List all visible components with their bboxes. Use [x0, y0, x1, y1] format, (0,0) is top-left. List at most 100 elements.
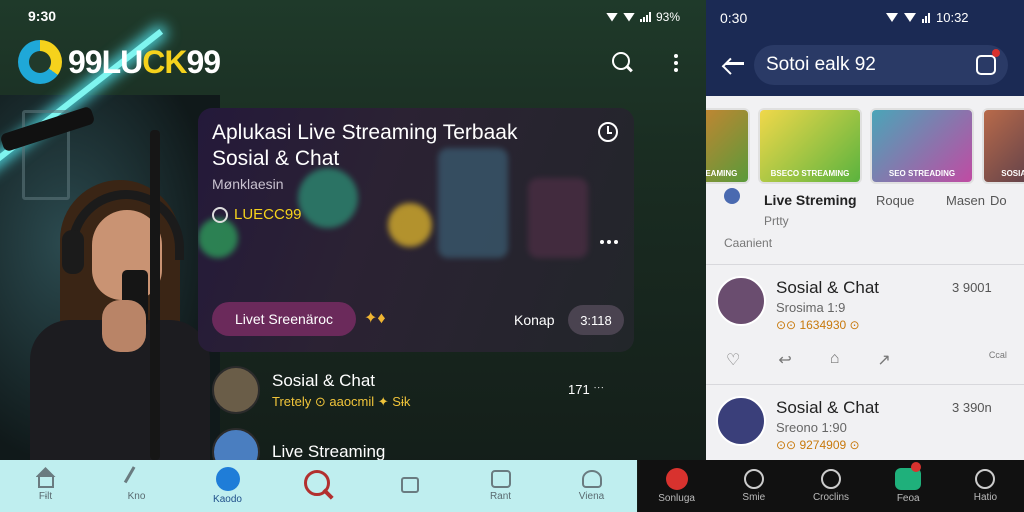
stream-thumbnail[interactable]: BSECO STREAMING: [706, 108, 750, 184]
avatar: [716, 276, 766, 326]
divider: [706, 264, 1024, 265]
search-input[interactable]: Sotoi ealk 92: [754, 45, 1008, 85]
bottom-nav-right: Sonluga Smie Croclins Feoa Hatio: [638, 460, 1024, 512]
brand-icon: [212, 206, 228, 223]
top-bar-actions: [612, 52, 678, 74]
live-icon: [665, 468, 688, 490]
search-icon[interactable]: [612, 52, 634, 74]
left-phone-screen: 9:30 93% 99LUCK99 Aplukasi Live Streamin…: [0, 0, 706, 512]
wifi-icon: [606, 12, 618, 22]
avatar: [212, 366, 260, 414]
featured-subtitle: Mønklaesin: [212, 176, 284, 192]
thumb-label-second: Roque: [876, 193, 915, 208]
wifi-icon: [886, 13, 898, 22]
stream-thumbnail[interactable]: SEO STREADING: [870, 108, 974, 184]
nav-item-kaodo[interactable]: Kaodo: [182, 460, 273, 512]
list-item-title: Live Streaming: [272, 442, 386, 461]
share-icon[interactable]: ↗: [877, 350, 890, 370]
stream-thumbnail[interactable]: BSECO STREAMING: [758, 108, 862, 184]
signal-icon: [640, 12, 651, 22]
nav-item-live[interactable]: Sonluga: [638, 460, 715, 512]
like-icon[interactable]: ♡: [726, 350, 740, 370]
featured-card[interactable]: Aplukasi Live Streaming Terbaak Sosial &…: [198, 108, 634, 352]
stream-thumbnail[interactable]: SOSIAL RCOHAT: [982, 108, 1024, 184]
profile-icon: [975, 469, 996, 489]
explore-icon: [821, 469, 841, 489]
avatar: [716, 396, 766, 446]
back-arrow-icon[interactable]: [724, 54, 744, 72]
nav-item-search[interactable]: Smie: [715, 460, 792, 512]
feed-sub: Prtty: [764, 214, 789, 228]
search-icon: [303, 469, 334, 500]
feed-actions: ♡ ↩ ⌂ ↗ Ccal: [726, 350, 1007, 370]
channel-avatar: [724, 188, 740, 204]
profile-icon: [581, 470, 602, 488]
divider: [706, 384, 1024, 385]
status-icons: 10:32: [886, 10, 969, 25]
nav-item-explore[interactable]: Croclins: [792, 460, 869, 512]
status-clock: 10:32: [936, 10, 969, 25]
alarm-icon: [904, 13, 916, 22]
fire-emoji-icon: ✦♦: [364, 310, 386, 327]
status-time: 9:30: [28, 8, 57, 24]
stream-thumbnails: BSECO STREAMING BSECO STREAMING SEO STRE…: [706, 108, 1024, 184]
people-icon: [215, 467, 240, 491]
list-item-meta: Tretely ⊙ aaocmil ✦ Sɨk: [272, 393, 411, 409]
clock-icon: [598, 122, 618, 142]
feed-item-title: Sosial & Chat: [776, 278, 879, 297]
nav-item-kno[interactable]: Kno: [91, 460, 182, 512]
app-logo[interactable]: 99LUCK99: [18, 40, 221, 84]
feed-item-sub: Sreono 1:90: [776, 420, 847, 435]
status-icons: 93%: [606, 10, 680, 24]
signal-icon: [922, 12, 930, 23]
logo-icon: [18, 40, 62, 84]
reply-icon[interactable]: ↩: [778, 350, 791, 370]
wifi-icon-2: [623, 12, 635, 22]
feed-item-meta: ⊙⊙ 1634930 ⊙: [776, 318, 860, 332]
live-streaming-button[interactable]: Livet Sreenäroc: [212, 302, 356, 336]
nav-item-profile[interactable]: Hatio: [947, 460, 1024, 512]
status-time: 0:30: [720, 10, 748, 26]
feed-meta: Caanient: [724, 236, 773, 250]
list-item-title: Sosial & Chat: [272, 370, 375, 390]
cloud-icon[interactable]: [976, 55, 996, 75]
thumb-label-third: Masen: [946, 193, 986, 208]
feed-item-sub: Srosima 1:9: [776, 300, 846, 315]
broom-icon: [123, 466, 150, 492]
search-icon: [743, 469, 764, 489]
feed-item-value: 3 9001: [952, 280, 992, 295]
list-item-value: 171 ˑˑˑ: [568, 382, 605, 397]
bottom-nav-left: Fɨlt Kno Kaodo Rant Viena: [0, 460, 637, 512]
header-bar: 0:30 10:32 Sotoi ealk 92: [706, 0, 1024, 96]
mic-stand: [150, 130, 160, 460]
feed-item-value: 3 390n: [952, 400, 992, 415]
nav-item-rant[interactable]: Rant: [455, 460, 546, 512]
nav-item-chat[interactable]: [364, 460, 455, 512]
feed-item-title: Sosial & Chat: [776, 398, 879, 417]
thumb-label-fourth: Do: [990, 193, 1007, 208]
hot-label: Konap: [514, 312, 555, 328]
list-item[interactable]: Sosial & Chat Tretely ⊙ aaocmil ✦ Sɨk 17…: [200, 362, 636, 418]
home-icon: [37, 476, 54, 488]
notification-badge: [992, 49, 1000, 57]
home-icon[interactable]: ⌂: [830, 350, 840, 370]
duration-badge[interactable]: 3:118: [568, 305, 624, 335]
feed-item[interactable]: Sosial & Chat Srosima 1:9 ⊙⊙ 1634930 ⊙ 3…: [706, 266, 1024, 374]
more-vertical-icon[interactable]: [674, 54, 678, 72]
nav-item-viena[interactable]: Viena: [546, 460, 637, 512]
more-horizontal-icon[interactable]: [600, 240, 618, 244]
nav-item-search[interactable]: [273, 460, 364, 512]
logo-text: 99LUCK99: [68, 43, 221, 80]
right-phone-screen: 0:30 10:32 Sotoi ealk 92 BSECO STREAMING…: [706, 0, 1024, 512]
battery-level: 93%: [656, 10, 681, 24]
featured-title: Aplukasi Live Streaming Terbaak Sosial &…: [212, 121, 518, 170]
chat-icon: [400, 476, 419, 493]
streamer-photo: [30, 170, 210, 480]
thumb-label-main: Live Streming: [764, 192, 857, 208]
feed-item-meta: ⊙⊙ 9274909 ⊙: [776, 438, 860, 452]
nav-item-messages[interactable]: Feoa: [870, 460, 947, 512]
messages-icon: [895, 462, 922, 490]
call-button[interactable]: Ccal: [989, 350, 1007, 370]
featured-brand: LUECC99: [212, 206, 302, 223]
nav-item-home[interactable]: Fɨlt: [0, 460, 91, 512]
